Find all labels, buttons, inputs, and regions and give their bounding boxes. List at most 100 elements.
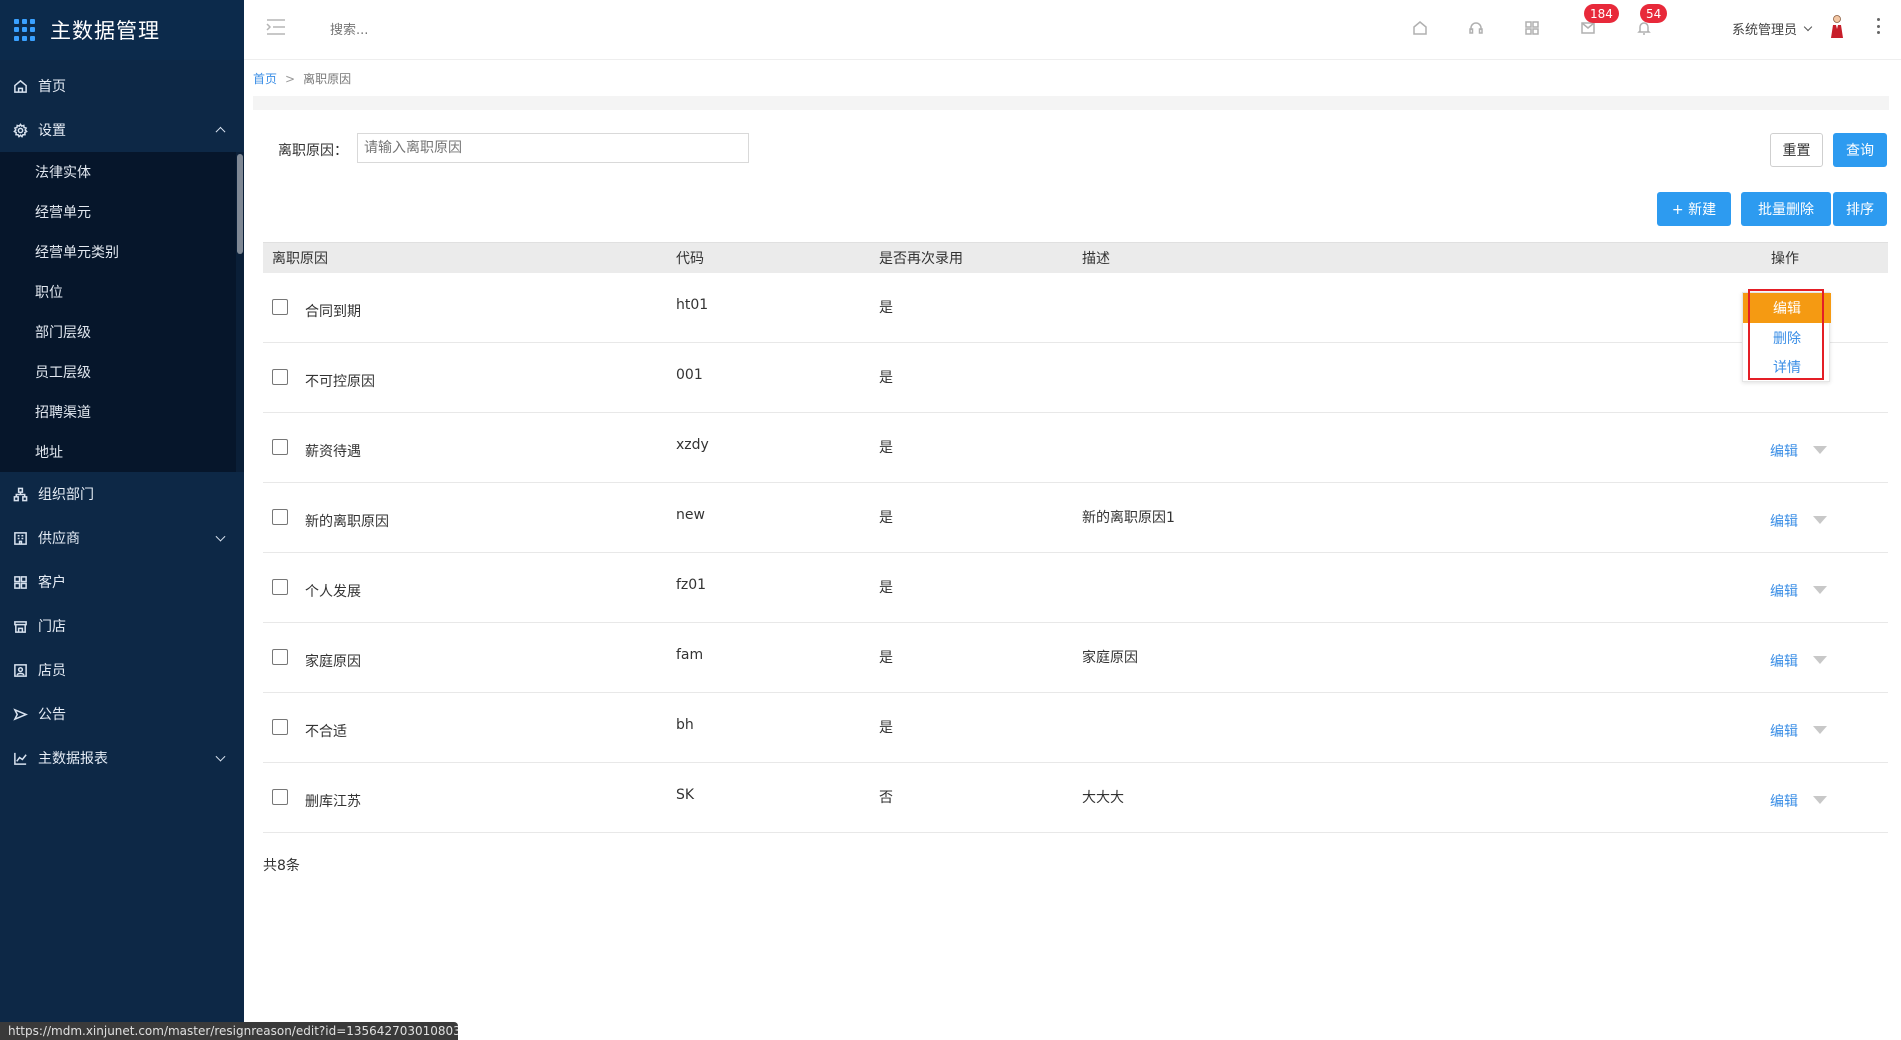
dropdown-caret-icon[interactable]	[1813, 586, 1827, 594]
total-count: 共8条	[263, 858, 300, 874]
top-header: 184 54 系统管理员	[244, 0, 1901, 60]
cell-reason: 薪资待遇	[305, 444, 361, 460]
cell-rehire: 是	[879, 580, 893, 596]
sidebar-item-customer[interactable]: 客户	[0, 560, 244, 604]
dropdown-caret-icon[interactable]	[1813, 446, 1827, 454]
sort-button[interactable]: 排序	[1833, 192, 1887, 226]
table-row: 不合适 bh 是 编辑	[263, 693, 1888, 763]
breadcrumb-home[interactable]: 首页	[253, 72, 277, 86]
dropdown-detail-option[interactable]: 详情	[1743, 353, 1831, 381]
sidebar-subitem-business-unit[interactable]: 经营单元	[0, 192, 244, 232]
search-input[interactable]	[330, 18, 490, 42]
cell-desc: 大大大	[1082, 790, 1124, 806]
sidebar-item-org[interactable]: 组织部门	[0, 472, 244, 516]
row-checkbox[interactable]	[272, 579, 288, 595]
dropdown-caret-icon[interactable]	[1813, 516, 1827, 524]
cell-rehire: 是	[879, 370, 893, 386]
announcement-icon	[12, 706, 28, 722]
column-header-code[interactable]: 代码	[676, 248, 704, 268]
sidebar-subitem-employee-level[interactable]: 员工层级	[0, 352, 244, 392]
reason-search-input[interactable]	[357, 133, 749, 163]
sidebar-item-label: 客户	[38, 575, 66, 591]
table-header: 离职原因 代码 是否再次录用 描述 操作	[263, 242, 1888, 273]
chart-icon	[12, 750, 28, 766]
sidebar-subitem-address[interactable]: 地址	[0, 432, 244, 472]
cell-rehire: 是	[879, 510, 893, 526]
row-checkbox[interactable]	[272, 509, 288, 525]
bell-icon[interactable]: 54	[1634, 4, 1668, 38]
home-icon	[12, 78, 28, 94]
chevron-up-icon	[215, 126, 226, 137]
sidebar-subitem-business-unit-type[interactable]: 经营单元类别	[0, 232, 244, 272]
breadcrumb-current: 离职原因	[303, 72, 352, 86]
query-button[interactable]: 查询	[1833, 133, 1887, 167]
row-checkbox[interactable]	[272, 649, 288, 665]
row-checkbox[interactable]	[272, 439, 288, 455]
sidebar-subitem-position[interactable]: 职位	[0, 272, 244, 312]
menu-toggle-icon[interactable]	[266, 18, 286, 36]
chevron-down-icon	[1803, 22, 1813, 31]
dropdown-caret-icon[interactable]	[1813, 726, 1827, 734]
dropdown-caret-icon[interactable]	[1813, 796, 1827, 804]
sidebar-item-label: 组织部门	[38, 487, 94, 503]
row-checkbox[interactable]	[272, 719, 288, 735]
table-row: 删库江苏 SK 否 大大大 编辑	[263, 763, 1888, 833]
row-checkbox[interactable]	[272, 789, 288, 805]
cell-reason: 家庭原因	[305, 654, 361, 670]
building-icon	[12, 530, 28, 546]
user-name: 系统管理员	[1731, 22, 1797, 38]
headset-icon[interactable]	[1466, 18, 1486, 38]
settings-submenu: 法律实体 经营单元 经营单元类别 职位 部门层级 员工层级 招聘渠道 地址	[0, 152, 244, 472]
logo[interactable]: 主数据管理	[0, 0, 244, 60]
batch-delete-button[interactable]: 批量删除	[1741, 192, 1831, 226]
message-icon[interactable]: 184	[1578, 4, 1619, 38]
table-row: 家庭原因 fam 是 家庭原因 编辑	[263, 623, 1888, 693]
reset-button[interactable]: 重置	[1770, 133, 1823, 167]
table-row: 薪资待遇 xzdy 是 编辑	[263, 413, 1888, 483]
submenu-scrollbar[interactable]	[236, 152, 244, 472]
new-button[interactable]: + 新建	[1657, 192, 1731, 226]
cell-reason: 不可控原因	[305, 374, 375, 390]
dropdown-caret-icon[interactable]	[1813, 656, 1827, 664]
sidebar-item-store[interactable]: 门店	[0, 604, 244, 648]
gear-icon	[12, 122, 28, 138]
column-header-rehire[interactable]: 是否再次录用	[879, 248, 963, 268]
breadcrumb: 首页 > 离职原因	[253, 70, 351, 87]
edit-link[interactable]: 编辑	[1770, 581, 1798, 601]
dropdown-edit-option[interactable]: 编辑	[1743, 293, 1831, 323]
home-icon[interactable]	[1410, 18, 1430, 38]
dropdown-delete-option[interactable]: 删除	[1743, 324, 1831, 352]
store-icon	[12, 618, 28, 634]
sidebar-item-reports[interactable]: 主数据报表	[0, 736, 244, 780]
sidebar-item-label: 店员	[38, 663, 66, 679]
chevron-down-icon	[215, 751, 226, 762]
edit-link[interactable]: 编辑	[1770, 441, 1798, 461]
sidebar-item-staff[interactable]: 店员	[0, 648, 244, 692]
cell-code: 001	[676, 367, 703, 383]
column-header-reason[interactable]: 离职原因	[272, 248, 328, 268]
more-vertical-icon[interactable]	[1877, 18, 1881, 34]
sidebar-item-supplier[interactable]: 供应商	[0, 516, 244, 560]
row-checkbox[interactable]	[272, 369, 288, 385]
sidebar-item-announcement[interactable]: 公告	[0, 692, 244, 736]
scrollbar-thumb[interactable]	[237, 154, 243, 254]
edit-link[interactable]: 编辑	[1770, 651, 1798, 671]
cell-reason: 删库江苏	[305, 794, 361, 810]
apps-icon[interactable]	[1522, 18, 1542, 38]
edit-link[interactable]: 编辑	[1770, 511, 1798, 531]
sidebar-subitem-legal-entity[interactable]: 法律实体	[0, 152, 244, 192]
sidebar-subitem-recruit-channel[interactable]: 招聘渠道	[0, 392, 244, 432]
column-header-action: 操作	[1771, 251, 1799, 267]
user-menu[interactable]: 系统管理员	[1732, 16, 1843, 40]
column-header-desc[interactable]: 描述	[1082, 248, 1110, 268]
sidebar-item-home[interactable]: 首页	[0, 64, 244, 108]
row-checkbox[interactable]	[272, 299, 288, 315]
cell-rehire: 是	[879, 440, 893, 456]
sidebar-item-label: 首页	[38, 79, 66, 95]
edit-link[interactable]: 编辑	[1770, 721, 1798, 741]
edit-link[interactable]: 编辑	[1770, 791, 1798, 811]
table-row: 不可控原因 001 是	[263, 343, 1888, 413]
sidebar-subitem-dept-level[interactable]: 部门层级	[0, 312, 244, 352]
avatar[interactable]	[1829, 14, 1845, 40]
sidebar-item-settings[interactable]: 设置	[0, 108, 244, 152]
